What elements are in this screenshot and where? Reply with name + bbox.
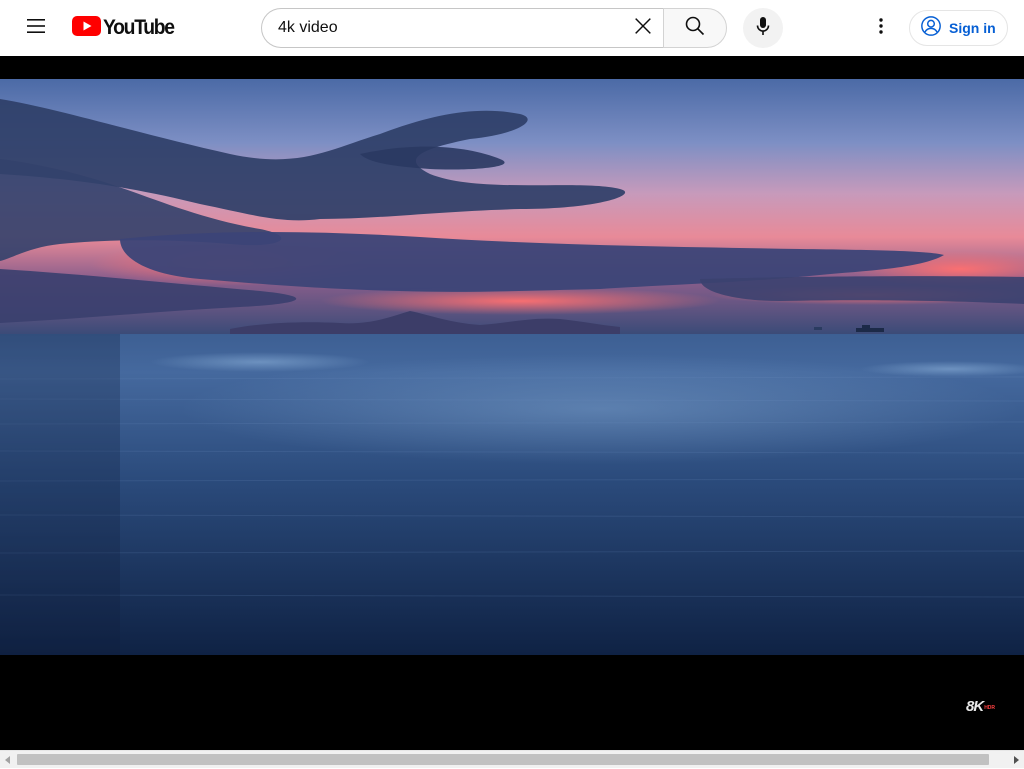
sign-in-button[interactable]: Sign in — [909, 10, 1008, 46]
scroll-left-arrow[interactable] — [0, 751, 16, 768]
account-circle-icon — [920, 15, 942, 42]
triangle-right-icon — [1013, 751, 1019, 769]
search-input[interactable] — [278, 19, 618, 37]
scroll-right-arrow[interactable] — [1008, 751, 1024, 768]
video-frame[interactable] — [0, 79, 1024, 655]
search-button[interactable] — [663, 8, 727, 48]
search-box[interactable] — [261, 8, 664, 48]
voice-search-button[interactable] — [743, 8, 783, 48]
watermark-main-text: 8K — [966, 698, 984, 715]
channel-watermark[interactable]: 8K HDR — [966, 698, 995, 715]
youtube-logo[interactable]: YouTube — [72, 15, 180, 41]
close-icon — [632, 15, 654, 42]
clear-search-button[interactable] — [624, 9, 662, 47]
more-vertical-icon — [869, 14, 893, 43]
settings-more-button[interactable] — [861, 8, 901, 48]
guide-menu-button[interactable] — [16, 8, 56, 48]
logo-wordmark: YouTube — [103, 16, 175, 39]
horizontal-scrollbar[interactable] — [0, 750, 1024, 768]
hamburger-menu-icon — [24, 14, 48, 43]
video-scene-sunset-sea — [0, 79, 1024, 655]
masthead: YouTube 4k video Sign in — [0, 0, 1024, 56]
scrollbar-thumb[interactable] — [17, 754, 989, 765]
sign-in-label: Sign in — [949, 20, 996, 36]
watermark-sub-text: HDR — [984, 705, 996, 711]
video-player[interactable]: 8K HDR — [0, 56, 1024, 750]
youtube-play-icon — [72, 15, 101, 41]
triangle-left-icon — [5, 751, 11, 769]
search-icon — [683, 14, 707, 43]
microphone-icon — [751, 14, 775, 43]
